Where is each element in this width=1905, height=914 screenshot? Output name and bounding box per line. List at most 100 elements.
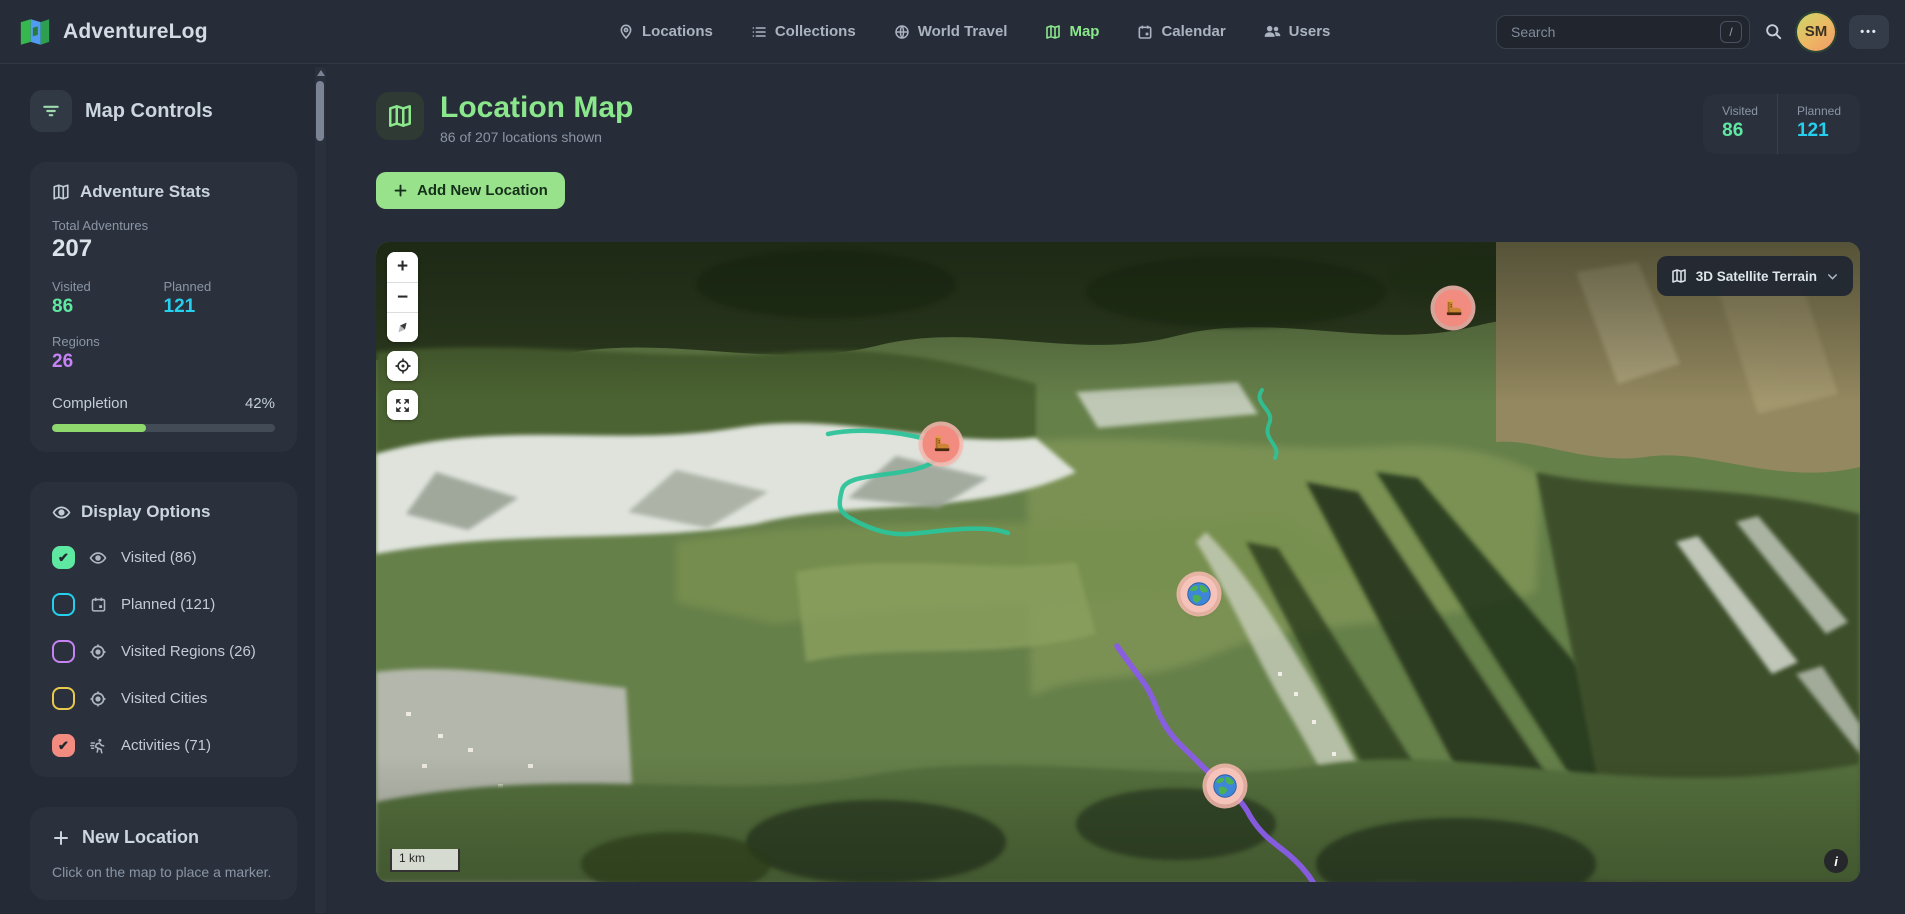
header-stats-card: Visited 86 Planned 121 <box>1703 94 1860 154</box>
completion-progress-track <box>52 424 275 432</box>
nav-label: Calendar <box>1161 23 1225 40</box>
nav-item-map[interactable]: Map <box>1045 23 1099 40</box>
location-map-icon <box>376 92 424 140</box>
page-title: Location Map <box>440 92 633 124</box>
search-input[interactable] <box>1496 15 1750 49</box>
planned-label: Planned <box>164 279 276 294</box>
nav-label: World Travel <box>918 23 1008 40</box>
runner-icon <box>88 737 108 755</box>
adventurelog-logo-icon <box>18 15 52 49</box>
regions-label: Regions <box>52 334 275 349</box>
more-menu-button[interactable]: ••• <box>1849 15 1889 49</box>
geolocate-button[interactable] <box>387 351 418 381</box>
scroll-up-arrow[interactable] <box>317 70 325 76</box>
location-globe-marker[interactable] <box>1207 768 1244 805</box>
target-icon <box>88 690 108 708</box>
add-button-label: Add New Location <box>417 182 548 199</box>
search-wrap: / <box>1496 15 1750 49</box>
map-canvas[interactable]: + − <box>376 242 1860 882</box>
display-options-card: Display Options Visited (86) Planned (12… <box>30 482 297 777</box>
map-style-label: 3D Satellite Terrain <box>1696 269 1817 284</box>
visited-checkbox[interactable] <box>52 546 75 569</box>
zoom-in-button[interactable]: + <box>387 252 418 282</box>
map-stats-icon <box>52 183 70 201</box>
add-new-location-button[interactable]: Add New Location <box>376 172 565 209</box>
map-icon <box>1671 268 1687 284</box>
option-label: Visited Cities <box>121 690 207 707</box>
adventure-stats-card: Adventure Stats Total Adventures 207 Vis… <box>30 162 297 452</box>
nav-item-world-travel[interactable]: World Travel <box>894 23 1008 40</box>
plus-icon <box>393 183 408 198</box>
display-option-visited[interactable]: Visited (86) <box>52 546 275 569</box>
header-planned-value: 121 <box>1797 120 1841 142</box>
map-control-stack: + − <box>387 252 418 420</box>
visited-label: Visited <box>52 279 164 294</box>
locate-icon <box>394 357 412 375</box>
header-planned-label: Planned <box>1797 104 1841 118</box>
globe-icon <box>894 24 910 40</box>
page-subtitle: 86 of 207 locations shown <box>440 129 633 145</box>
nav-item-users[interactable]: Users <box>1264 23 1331 40</box>
list-icon <box>751 24 767 40</box>
activities-checkbox[interactable] <box>52 734 75 757</box>
boot-icon <box>1443 298 1464 319</box>
completion-progress-fill <box>52 424 146 432</box>
search-icon[interactable] <box>1764 22 1783 41</box>
total-adventures-label: Total Adventures <box>52 218 275 233</box>
globe-earth-icon <box>1212 773 1239 800</box>
users-icon <box>1264 23 1281 40</box>
nav-item-locations[interactable]: Locations <box>618 23 713 40</box>
calendar-icon <box>88 596 108 613</box>
stats-card-title: Adventure Stats <box>80 182 210 202</box>
visited-value: 86 <box>52 296 164 318</box>
hiking-marker[interactable] <box>1435 290 1472 327</box>
compass-button[interactable] <box>387 312 418 342</box>
attribution-info-button[interactable]: i <box>1824 849 1848 873</box>
display-option-visited-cities[interactable]: Visited Cities <box>52 687 275 710</box>
eye-icon <box>88 549 108 567</box>
pin-icon <box>618 24 634 40</box>
top-navbar: AdventureLog Locations Collections World… <box>0 0 1905 64</box>
visited-regions-checkbox[interactable] <box>52 640 75 663</box>
hiking-marker[interactable] <box>923 426 960 463</box>
map-icon <box>1045 24 1061 40</box>
plus-icon <box>52 829 70 847</box>
globe-earth-icon <box>1186 581 1213 608</box>
nav-item-collections[interactable]: Collections <box>751 23 856 40</box>
slash-shortcut-badge: / <box>1720 21 1742 43</box>
nav-menu: Locations Collections World Travel Map <box>618 23 1330 40</box>
filter-icon <box>30 90 72 132</box>
boot-icon <box>931 434 952 455</box>
display-option-visited-regions[interactable]: Visited Regions (26) <box>52 640 275 663</box>
zoom-out-button[interactable]: − <box>387 282 418 312</box>
header-visited-value: 86 <box>1722 120 1758 142</box>
header-visited-label: Visited <box>1722 104 1758 118</box>
nav-item-calendar[interactable]: Calendar <box>1137 23 1225 40</box>
planned-checkbox[interactable] <box>52 593 75 616</box>
nav-label: Collections <box>775 23 856 40</box>
visited-cities-checkbox[interactable] <box>52 687 75 710</box>
calendar-icon <box>1137 24 1153 40</box>
new-location-title: New Location <box>82 827 199 848</box>
map-style-selector[interactable]: 3D Satellite Terrain <box>1657 256 1853 296</box>
main-header: Location Map 86 of 207 locations shown V… <box>376 92 1860 154</box>
display-option-activities[interactable]: Activities (71) <box>52 734 275 757</box>
nav-label: Map <box>1069 23 1099 40</box>
display-option-planned[interactable]: Planned (121) <box>52 593 275 616</box>
sidebar-title: Map Controls <box>85 100 213 123</box>
sidebar-scrollbar[interactable] <box>315 67 326 913</box>
location-globe-marker[interactable] <box>1181 576 1218 613</box>
new-location-card: New Location Click on the map to place a… <box>30 807 297 900</box>
fullscreen-button[interactable] <box>387 390 418 420</box>
scrollbar-thumb[interactable] <box>316 81 324 141</box>
map-scale-bar: 1 km <box>390 849 460 872</box>
main-content: Location Map 86 of 207 locations shown V… <box>327 64 1905 914</box>
avatar[interactable]: SM <box>1797 13 1835 51</box>
chevron-down-icon <box>1826 270 1839 283</box>
option-label: Planned (121) <box>121 596 215 613</box>
planned-value: 121 <box>164 296 276 318</box>
brand[interactable]: AdventureLog <box>18 15 208 49</box>
option-label: Visited (86) <box>121 549 197 566</box>
nav-label: Locations <box>642 23 713 40</box>
sidebar-map-controls: Map Controls Adventure Stats Total Adven… <box>0 64 327 914</box>
